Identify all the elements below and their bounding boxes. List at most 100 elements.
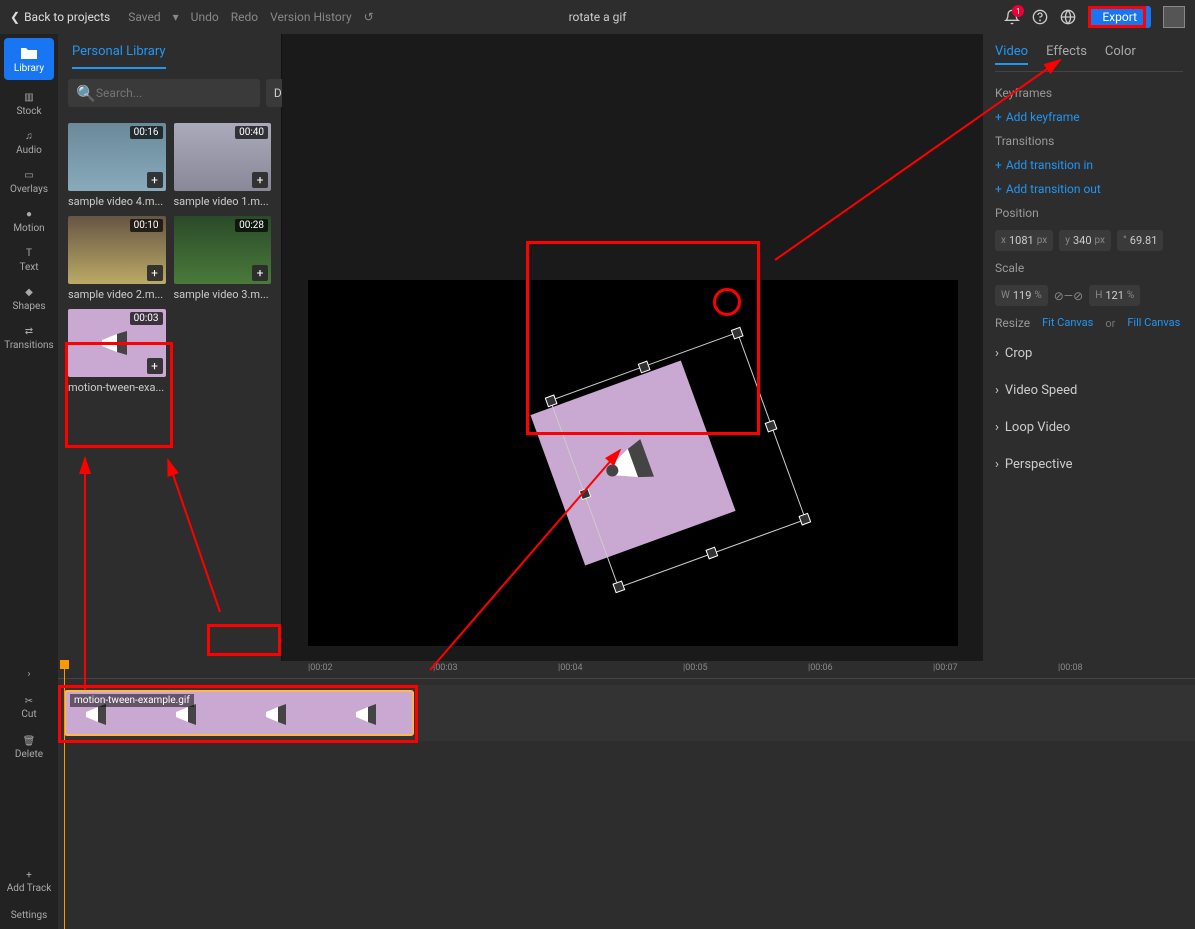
tick: |00:06	[808, 663, 833, 673]
project-title[interactable]: rotate a gif	[569, 10, 627, 24]
add-icon[interactable]: +	[252, 172, 268, 188]
plus-icon: +	[26, 870, 32, 881]
loop-label: Loop Video	[1005, 420, 1070, 435]
media-item[interactable]: 00:28 + sample video 3.m...	[174, 216, 272, 301]
saved-status[interactable]: Saved	[128, 10, 160, 24]
tab-video[interactable]: Video	[995, 44, 1028, 65]
clip-label: motion-tween-example.gif	[70, 694, 194, 707]
tick: |00:02	[308, 663, 333, 673]
tick: |00:04	[558, 663, 583, 673]
media-item[interactable]: 00:40+ sample video 1.m...	[174, 123, 272, 208]
media-item[interactable]: 00:03+ motion-tween-exa...	[68, 309, 166, 394]
fit-canvas-button[interactable]: Fit Canvas	[1042, 316, 1093, 329]
user-avatar[interactable]	[1163, 6, 1185, 28]
loop-video-section[interactable]: ›Loop Video	[995, 414, 1183, 441]
add-track-button[interactable]: +Add Track	[0, 862, 58, 902]
rail-overlays[interactable]: ▭ Overlays	[0, 162, 58, 201]
cut-label: Cut	[21, 709, 36, 720]
perspective-section[interactable]: ›Perspective	[995, 451, 1183, 478]
rotation-field[interactable]: °69.81	[1117, 230, 1163, 251]
pos-x-field[interactable]: x1081px	[995, 230, 1053, 251]
duration-badge: 00:28	[235, 219, 268, 232]
link-scale-icon[interactable]: ⊘—⊘	[1054, 289, 1083, 303]
rail-library-label: Library	[14, 63, 44, 74]
tick: |00:03	[433, 663, 458, 673]
search-input[interactable]	[96, 86, 252, 100]
topbar-menu: Saved ▾ Undo Redo Version History ↺	[128, 10, 373, 24]
rail-transitions[interactable]: ⇄ Transitions	[0, 318, 58, 357]
tab-color[interactable]: Color	[1105, 44, 1136, 65]
trash-icon: 🗑	[23, 736, 36, 747]
folder-icon	[20, 46, 38, 60]
history-icon: ↺	[364, 10, 374, 24]
pos-y-field[interactable]: y340px	[1059, 230, 1111, 251]
rail-audio-label: Audio	[16, 145, 42, 156]
topbar-right: 1 Export	[1004, 6, 1185, 28]
back-to-projects-link[interactable]: ❮ Back to projects	[10, 10, 110, 24]
playhead[interactable]	[64, 661, 65, 929]
rail-shapes[interactable]: ◆ Shapes	[0, 279, 58, 318]
video-speed-section[interactable]: ›Video Speed	[995, 377, 1183, 404]
search-icon: 🔍	[76, 84, 96, 103]
rail-stock[interactable]: ▥ Stock	[0, 84, 58, 123]
add-icon[interactable]: +	[147, 358, 163, 374]
rail-text[interactable]: T Text	[0, 240, 58, 279]
rail-motion[interactable]: ● Motion	[0, 201, 58, 240]
top-bar: ❮ Back to projects Saved ▾ Undo Redo Ver…	[0, 0, 1195, 34]
chevron-down-icon[interactable]: ▾	[173, 10, 179, 24]
text-icon: T	[26, 248, 32, 259]
notifications-icon[interactable]: 1	[1004, 9, 1020, 25]
add-transition-out-button[interactable]: +Add transition out	[995, 182, 1183, 196]
chevron-right-icon: ›	[995, 383, 999, 398]
add-icon[interactable]: +	[147, 265, 163, 281]
timeline-main[interactable]: |00:02 |00:03 |00:04 |00:05 |00:06 |00:0…	[58, 661, 1195, 929]
scissors-icon: ✂	[25, 696, 33, 707]
globe-icon[interactable]	[1060, 9, 1076, 25]
rail-text-label: Text	[19, 262, 38, 273]
pos-y-value: 340	[1073, 234, 1092, 247]
timeline-ruler[interactable]: |00:02 |00:03 |00:04 |00:05 |00:06 |00:0…	[58, 661, 1195, 679]
transitions-icon: ⇄	[25, 326, 33, 337]
version-history-button[interactable]: Version History	[270, 10, 352, 24]
export-button[interactable]: Export	[1088, 6, 1151, 28]
preview-canvas[interactable]	[308, 280, 958, 646]
rail-library[interactable]: Library	[4, 38, 54, 80]
plus-icon: +	[995, 182, 1002, 196]
add-icon[interactable]: +	[147, 172, 163, 188]
tab-effects[interactable]: Effects	[1046, 44, 1087, 65]
music-note-icon: ♫	[25, 131, 33, 142]
add-transition-in-button[interactable]: +Add transition in	[995, 158, 1183, 172]
add-icon[interactable]: +	[252, 265, 268, 281]
crop-section[interactable]: ›Crop	[995, 340, 1183, 367]
undo-button[interactable]: Undo	[191, 10, 219, 24]
search-box[interactable]: 🔍	[68, 79, 260, 107]
keyframes-heading: Keyframes	[995, 86, 1183, 100]
duration-badge: 00:10	[130, 219, 163, 232]
delete-label: Delete	[15, 749, 43, 760]
properties-tabs: Video Effects Color	[995, 44, 1183, 72]
transitions-heading: Transitions	[995, 134, 1183, 148]
tick: |00:07	[933, 663, 958, 673]
cut-button[interactable]: ✂ Cut	[0, 688, 58, 728]
media-name: sample video 3.m...	[174, 288, 272, 301]
delete-button[interactable]: 🗑 Delete	[0, 728, 58, 768]
collapse-timeline-button[interactable]: ›	[0, 661, 58, 688]
redo-button[interactable]: Redo	[231, 10, 258, 24]
add-keyframe-button[interactable]: +Add keyframe	[995, 110, 1183, 124]
scale-h-field[interactable]: H121%	[1089, 285, 1140, 306]
rail-stock-label: Stock	[16, 106, 41, 117]
rail-audio[interactable]: ♫ Audio	[0, 123, 58, 162]
duration-badge: 00:16	[130, 126, 163, 139]
timeline-clip[interactable]: motion-tween-example.gif	[64, 690, 414, 736]
scale-w-field[interactable]: W119%	[995, 285, 1048, 306]
megaphone-icon	[97, 328, 137, 358]
help-icon[interactable]	[1032, 9, 1048, 25]
personal-library-tab[interactable]: Personal Library	[72, 44, 166, 69]
rail-motion-label: Motion	[13, 223, 44, 234]
media-item[interactable]: 00:16+ sample video 4.m...	[68, 123, 166, 208]
media-item[interactable]: 00:10+ sample video 2.m...	[68, 216, 166, 301]
settings-button[interactable]: Settings	[0, 902, 58, 929]
fill-canvas-button[interactable]: Fill Canvas	[1127, 316, 1180, 329]
scale-h-value: 121	[1105, 289, 1124, 302]
timeline-track[interactable]: motion-tween-example.gif	[58, 685, 1195, 741]
